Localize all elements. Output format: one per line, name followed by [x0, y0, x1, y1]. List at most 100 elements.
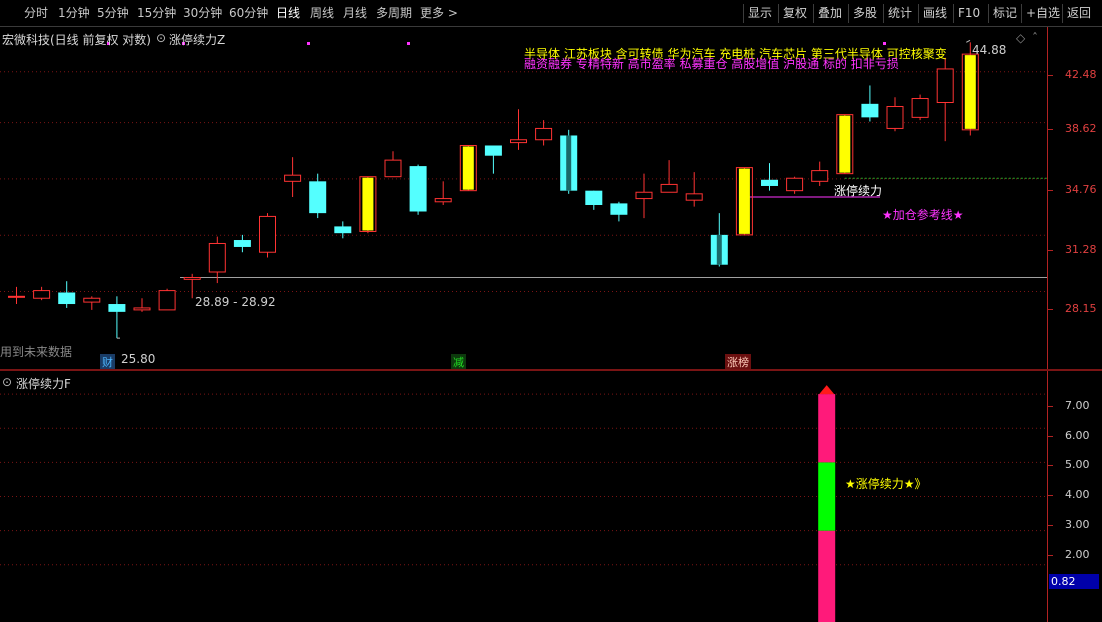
- sub-indicator-name[interactable]: 涨停续力F: [16, 375, 71, 392]
- high-price-leader: [966, 39, 971, 43]
- up-candle: [911, 98, 929, 118]
- up-candle: [8, 295, 25, 298]
- toolbar-multistock-button[interactable]: 多股: [848, 4, 881, 23]
- price-tick: [1048, 309, 1053, 310]
- tab-weekly[interactable]: 周线: [310, 5, 334, 22]
- sub-indicator-toggle-icon[interactable]: ⊙: [2, 375, 12, 389]
- toolbar-overlay-button[interactable]: 叠加: [813, 4, 846, 23]
- down-candle: [108, 304, 126, 312]
- marker-reduce[interactable]: 减: [451, 354, 466, 370]
- toolbar-f10-button[interactable]: F10: [953, 4, 984, 23]
- price-tick: [1048, 75, 1053, 76]
- stock-title: 宏微科技(日线 前复权 对数): [2, 33, 151, 47]
- sub-indicator-bar-segment: [818, 530, 836, 622]
- sub-tick: [1048, 555, 1053, 556]
- up-candle: [811, 170, 829, 182]
- tab-fenshi[interactable]: 分时: [24, 5, 48, 22]
- up-candle: [510, 139, 527, 144]
- sub-zt-label: ★涨停续力★》: [845, 477, 927, 491]
- up-candle: [936, 68, 954, 104]
- toolbar-add-favorite-button[interactable]: +自选: [1021, 4, 1064, 23]
- low-price-label: 25.80: [121, 352, 156, 366]
- main-indicator-name[interactable]: 涨停续力Z: [169, 31, 225, 48]
- down-candle: [334, 226, 352, 234]
- price-axis-label: 38.62: [1065, 122, 1097, 135]
- toolbar-draw-button[interactable]: 画线: [918, 4, 951, 23]
- down-candle: [761, 179, 778, 186]
- sub-axis-label: 7.00: [1065, 399, 1090, 412]
- period-toolbar: 分时 1分钟 5分钟 15分钟 30分钟 60分钟 日线 周线 月线 多周期 更…: [0, 0, 1102, 27]
- future-data-note: 用到未来数据: [0, 345, 73, 359]
- tab-monthly[interactable]: 月线: [343, 5, 367, 22]
- down-candle: [484, 145, 502, 156]
- down-candle: [585, 190, 603, 206]
- price-axis-label: 28.15: [1065, 302, 1097, 315]
- price-tick: [1048, 190, 1053, 191]
- tab-daily[interactable]: 日线: [276, 5, 300, 22]
- price-tick: [1048, 129, 1053, 130]
- sub-axis-label: 6.00: [1065, 429, 1090, 442]
- candlestick-chart[interactable]: [0, 27, 1047, 370]
- up-candle: [33, 290, 51, 299]
- limit-up-candle-fill: [738, 168, 750, 234]
- down-candle: [233, 240, 251, 247]
- sub-indicator-bar-segment: [818, 394, 836, 463]
- sub-axis: 7.00 6.00 5.00 4.00 3.00 2.00 0.82: [1047, 371, 1102, 622]
- down-candle-inner: [566, 135, 572, 191]
- high-price-label: 44.88: [972, 43, 1007, 57]
- marker-limit-list[interactable]: 涨榜: [725, 354, 751, 370]
- marker-finance[interactable]: 财: [100, 354, 115, 370]
- limit-up-candle-fill: [839, 115, 851, 173]
- current-value-box: 0.82: [1049, 574, 1099, 589]
- tab-60min[interactable]: 60分钟: [229, 5, 268, 22]
- up-candle: [535, 127, 553, 141]
- signal-dot: [407, 42, 410, 45]
- limit-up-candle-fill: [362, 177, 374, 231]
- price-axis-label: 31.28: [1065, 243, 1097, 256]
- price-tick: [1048, 250, 1053, 251]
- toolbar-back-button[interactable]: 返回: [1062, 4, 1095, 23]
- sub-indicator-chart[interactable]: [0, 371, 1047, 622]
- tab-30min[interactable]: 30分钟: [183, 5, 222, 22]
- toolbar-fuquan-button[interactable]: 复权: [778, 4, 811, 23]
- up-candle: [284, 174, 302, 182]
- toolbar-stats-button[interactable]: 统计: [883, 4, 916, 23]
- sub-tick: [1048, 465, 1053, 466]
- range-label: 28.89 - 28.92: [195, 295, 276, 309]
- signal-dot: [307, 42, 310, 45]
- up-candle: [83, 297, 101, 303]
- tab-more[interactable]: 更多 >: [420, 5, 458, 22]
- up-candle: [660, 183, 678, 193]
- toolbar-mark-button[interactable]: 标记: [988, 4, 1021, 23]
- down-candle-inner: [716, 234, 722, 265]
- add-position-ref-label: ★加仓参考线★: [882, 208, 964, 222]
- sub-axis-label: 3.00: [1065, 518, 1090, 531]
- panel-collapse-icon[interactable]: ˆ: [1032, 31, 1038, 45]
- toolbar-display-button[interactable]: 显示: [743, 4, 776, 23]
- up-candle: [384, 159, 402, 178]
- tab-multi-period[interactable]: 多周期: [376, 5, 412, 22]
- sub-tick: [1048, 525, 1053, 526]
- sub-tick: [1048, 495, 1053, 496]
- down-candle: [861, 103, 879, 118]
- concepts-line-2: 融资融券 专精特新 高市盈率 私募重仓 高股增值 沪股通 标的 扣非亏损: [524, 57, 899, 71]
- price-axis: 42.48 38.62 34.76 31.28 28.15: [1047, 27, 1102, 370]
- tab-5min[interactable]: 5分钟: [97, 5, 129, 22]
- tab-1min[interactable]: 1分钟: [58, 5, 90, 22]
- up-candle: [786, 177, 804, 192]
- down-candle: [409, 166, 427, 212]
- sub-axis-label: 5.00: [1065, 458, 1090, 471]
- sub-indicator-arrow: [819, 385, 835, 395]
- price-axis-label: 34.76: [1065, 183, 1097, 196]
- up-candle: [208, 242, 226, 273]
- sub-axis-label: 4.00: [1065, 488, 1090, 501]
- sub-axis-label: 2.00: [1065, 548, 1090, 561]
- main-chart-panel[interactable]: 宏微科技(日线 前复权 对数) ⊙ 涨停续力Z ◇ ˆ 半导体 江苏板块 含可转…: [0, 27, 1047, 370]
- limit-up-candle-fill: [462, 146, 474, 190]
- indicator-toggle-icon[interactable]: ⊙: [156, 31, 166, 45]
- sub-indicator-panel[interactable]: ⊙ 涨停续力F ★涨停续力★》: [0, 371, 1047, 622]
- up-candle: [133, 307, 151, 311]
- tab-15min[interactable]: 15分钟: [137, 5, 176, 22]
- up-candle: [259, 215, 276, 253]
- panel-diamond-icon[interactable]: ◇: [1016, 31, 1025, 45]
